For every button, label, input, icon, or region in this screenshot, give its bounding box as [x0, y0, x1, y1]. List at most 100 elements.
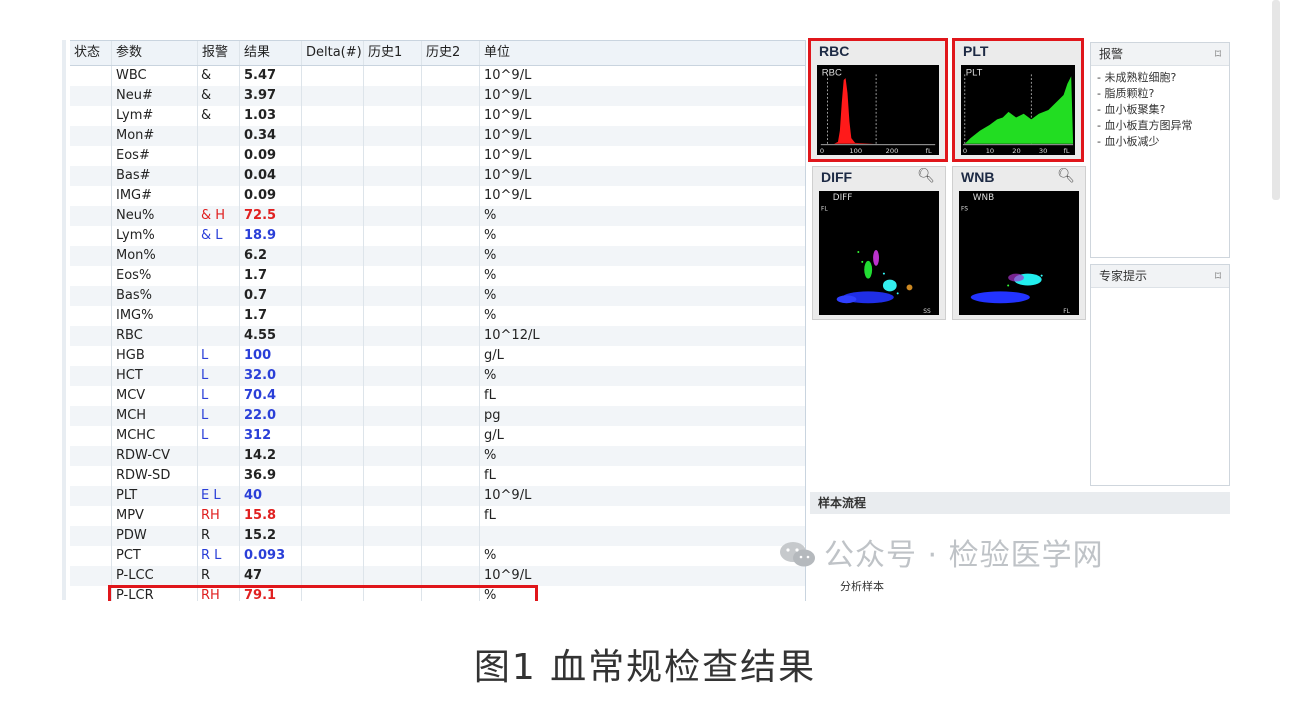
table-row[interactable]: Mon# 0.34 10^9/L: [70, 126, 805, 146]
table-row[interactable]: PDW R 15.2: [70, 526, 805, 546]
table-row[interactable]: IMG# 0.09 10^9/L: [70, 186, 805, 206]
flag-cell: L: [198, 346, 240, 366]
result-cell: 0.09: [240, 146, 302, 166]
table-row[interactable]: Neu# & 3.97 10^9/L: [70, 86, 805, 106]
param-cell: Bas#: [112, 166, 198, 186]
result-cell: 36.9: [240, 466, 302, 486]
diff-plot: DIFF FL SS: [819, 191, 939, 315]
wnb-y-axis-label: FS: [961, 207, 968, 213]
flag-cell: &: [198, 66, 240, 86]
flag-cell: L: [198, 366, 240, 386]
status-cell: [70, 466, 112, 486]
header-param[interactable]: 参数: [112, 41, 198, 65]
header-history2[interactable]: 历史2: [422, 41, 480, 65]
table-row[interactable]: RDW-CV 14.2%: [70, 446, 805, 466]
plt-histogram-panel[interactable]: PLT PLT 0 10 20 30 fL: [952, 38, 1084, 162]
table-row[interactable]: PCT R L 0.093%: [70, 546, 805, 566]
header-unit[interactable]: 单位: [480, 41, 805, 65]
result-cell: 18.9: [240, 226, 302, 246]
rbc-panel-title: RBC: [819, 43, 850, 59]
delta-cell: [302, 106, 364, 126]
unit-cell: %: [484, 268, 497, 283]
wnb-zoom-icon[interactable]: 🔍︎: [1057, 168, 1075, 184]
history1-cell: [364, 246, 422, 266]
history1-cell: [364, 346, 422, 366]
table-row[interactable]: MCH L 22.0 pg: [70, 406, 805, 426]
plt-tick: 0: [963, 147, 967, 155]
history1-cell: [364, 406, 422, 426]
delta-cell: [302, 266, 364, 286]
history2-cell: [422, 386, 480, 406]
table-row[interactable]: Bas% 0.7%: [70, 286, 805, 306]
header-result[interactable]: 结果: [240, 41, 302, 65]
expand-icon[interactable]: ⌑: [1215, 43, 1221, 65]
diff-zoom-icon[interactable]: 🔍︎: [917, 168, 935, 184]
table-row[interactable]: RBC 4.55 10^12/L: [70, 326, 805, 346]
history2-cell: [422, 466, 480, 486]
history2-cell: [422, 246, 480, 266]
rbc-histogram-panel[interactable]: RBC RBC 0 100 200 fL: [808, 38, 948, 162]
watermark: 公众号 · 检验医学网: [778, 530, 1104, 574]
delta-cell: [302, 246, 364, 266]
table-row[interactable]: MCV L 70.4 fL: [70, 386, 805, 406]
table-row[interactable]: RDW-SD 36.9 fL: [70, 466, 805, 486]
table-row[interactable]: Neu% & H 72.5%: [70, 206, 805, 226]
history1-cell: [364, 86, 422, 106]
header-status[interactable]: 状态: [70, 41, 112, 65]
table-row[interactable]: MCHC L 312 g/L: [70, 426, 805, 446]
header-delta[interactable]: Delta(#): [302, 41, 364, 65]
status-cell: [70, 526, 112, 546]
history2-cell: [422, 326, 480, 346]
unit-cell: %: [484, 448, 497, 463]
unit-cell: pg: [484, 408, 501, 423]
plt-plot-label: PLT: [966, 66, 983, 77]
diff-y-axis-label: FL: [821, 207, 828, 213]
status-cell: [70, 126, 112, 146]
table-row[interactable]: WBC & 5.47 10^9/L: [70, 66, 805, 86]
result-cell: 32.0: [240, 366, 302, 386]
table-row[interactable]: P-LCC R 47 10^9/L: [70, 566, 805, 586]
expand-icon[interactable]: ⌑: [1215, 265, 1221, 287]
delta-cell: [302, 146, 364, 166]
header-history1[interactable]: 历史1: [364, 41, 422, 65]
delta-cell: [302, 186, 364, 206]
rbc-plot-label: RBC: [822, 67, 842, 78]
table-row[interactable]: Eos% 1.7%: [70, 266, 805, 286]
status-cell: [70, 406, 112, 426]
header-flag[interactable]: 报警: [198, 41, 240, 65]
alarm-panel: 报警 ⌑ - 未成熟粒细胞? - 脂质颗粒? - 血小板聚集? - 血小板直方图…: [1090, 42, 1230, 258]
table-row[interactable]: HGB L 100 g/L: [70, 346, 805, 366]
result-cell: 40: [240, 486, 302, 506]
table-row[interactable]: HCT L 32.0%: [70, 366, 805, 386]
table-row[interactable]: Lym% & L 18.9%: [70, 226, 805, 246]
result-cell: 0.34: [240, 126, 302, 146]
table-header: 状态 参数 报警 结果 Delta(#) 历史1 历史2 单位: [70, 41, 805, 66]
table-row[interactable]: PLT E L 40 10^9/L: [70, 486, 805, 506]
table-row[interactable]: IMG% 1.7%: [70, 306, 805, 326]
status-cell: [70, 206, 112, 226]
unit-cell: 10^12/L: [484, 328, 540, 343]
analyzer-window: 状态 参数 报警 结果 Delta(#) 历史1 历史2 单位 WBC & 5.47…: [62, 38, 1230, 602]
wnb-scatter-panel[interactable]: WNB 🔍︎ WNB FS FL: [952, 166, 1086, 320]
status-cell: [70, 286, 112, 306]
history1-cell: [364, 266, 422, 286]
table-row[interactable]: Bas# 0.04 10^9/L: [70, 166, 805, 186]
table-row[interactable]: Lym# & 1.03 10^9/L: [70, 106, 805, 126]
status-cell: [70, 346, 112, 366]
diff-scatter-panel[interactable]: DIFF 🔍︎ DIFF FL SS: [812, 166, 946, 320]
table-row[interactable]: MPV RH 15.8 fL: [70, 506, 805, 526]
table-row[interactable]: P-LCR RH 79.1%: [70, 586, 805, 601]
page-scrollbar[interactable]: [1272, 0, 1280, 200]
table-row[interactable]: Mon% 6.2%: [70, 246, 805, 266]
flag-cell: R: [198, 566, 240, 586]
history2-cell: [422, 186, 480, 206]
history2-cell: [422, 166, 480, 186]
table-row[interactable]: Eos# 0.09 10^9/L: [70, 146, 805, 166]
wnb-panel-title: WNB: [961, 169, 995, 185]
plt-tick: 30: [1039, 147, 1047, 155]
param-cell: Mon#: [112, 126, 198, 146]
wechat-icon: [780, 542, 815, 567]
history2-cell: [422, 426, 480, 446]
flag-cell: & L: [198, 226, 240, 246]
status-cell: [70, 366, 112, 386]
